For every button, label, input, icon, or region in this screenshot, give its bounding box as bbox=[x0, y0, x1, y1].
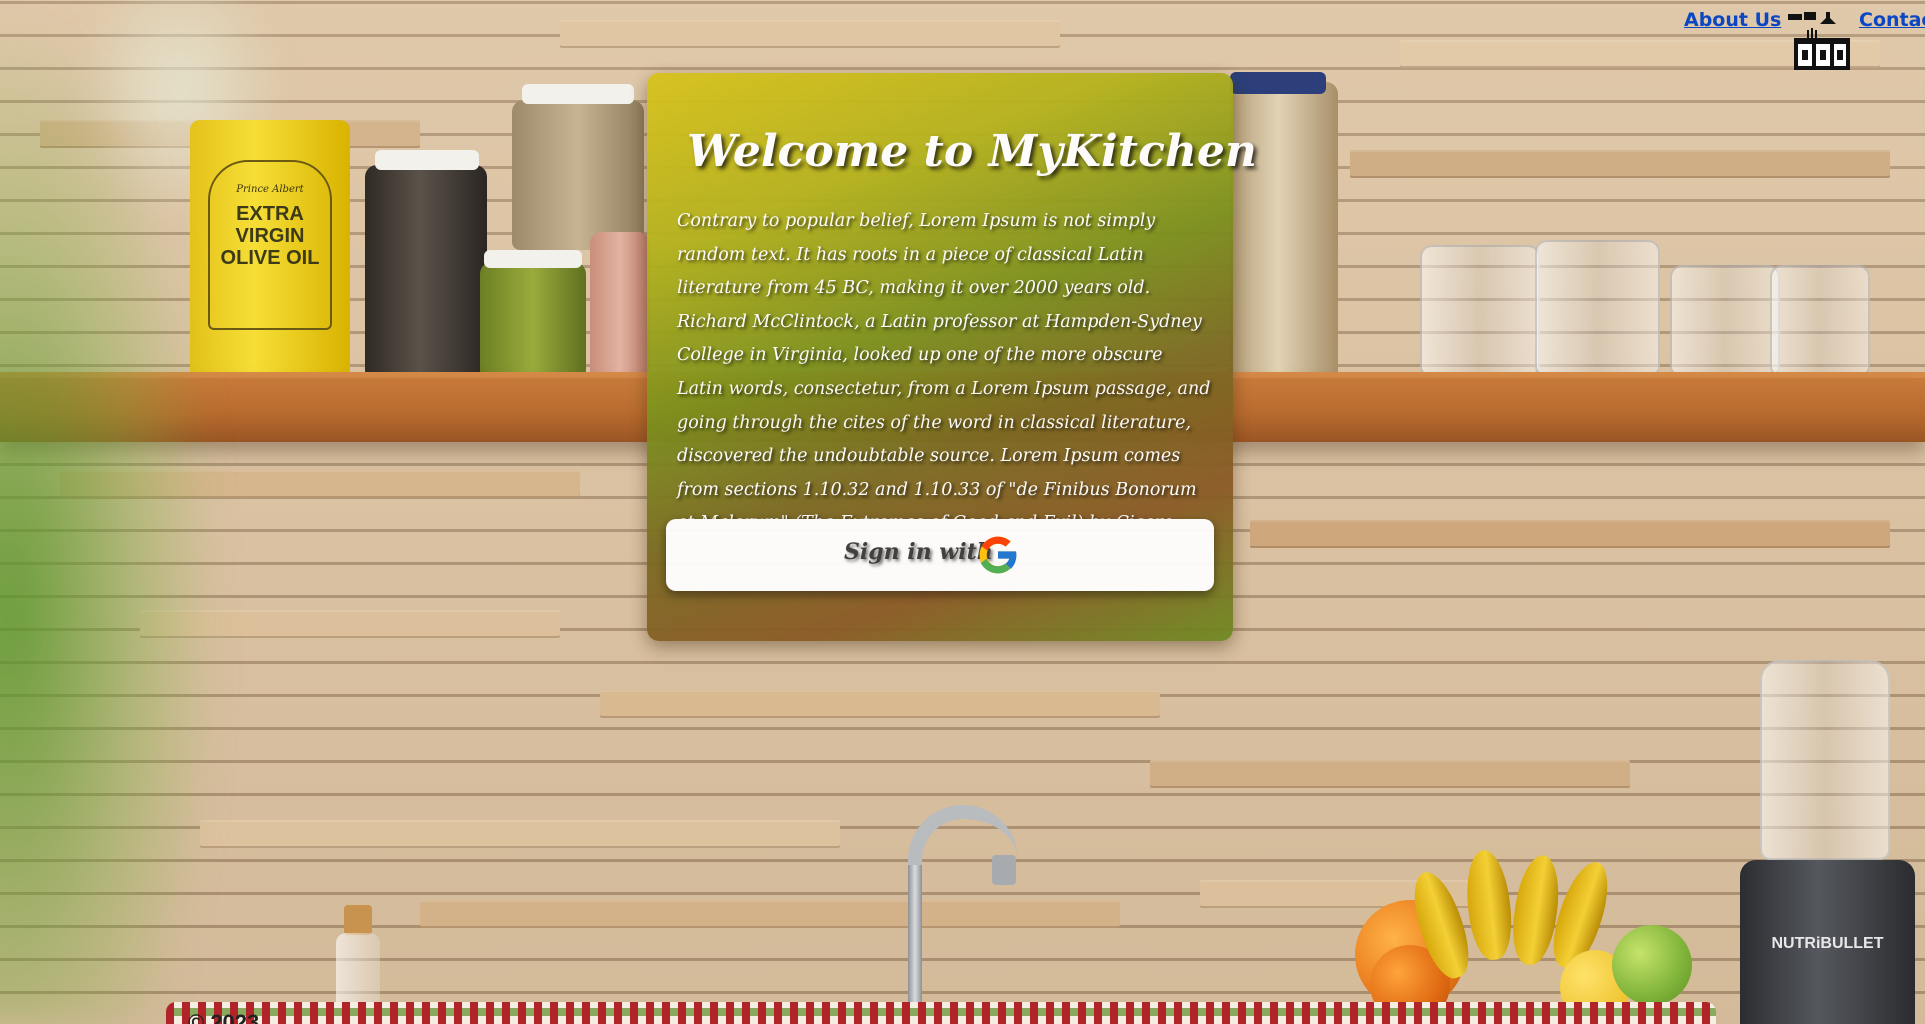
seed-jar bbox=[512, 100, 644, 250]
olive-oil-brand: Prince Albert bbox=[236, 184, 304, 195]
wall-brick bbox=[200, 820, 840, 848]
drinking-glass bbox=[1670, 265, 1780, 375]
bottle-cork bbox=[344, 905, 372, 935]
google-g-icon bbox=[974, 531, 1022, 579]
jar-lid bbox=[484, 250, 582, 268]
olive-oil-name: EXTRA VIRGIN OLIVE OIL bbox=[220, 203, 320, 269]
chia-seed-jar bbox=[365, 165, 487, 378]
faucet-spout bbox=[992, 855, 1016, 885]
jar-lid bbox=[522, 84, 634, 104]
wall-brick bbox=[1250, 520, 1890, 548]
wall-brick bbox=[1150, 760, 1630, 788]
olive-oil-label: Prince Albert EXTRA VIRGIN OLIVE OIL bbox=[208, 160, 332, 330]
wall-brick bbox=[1350, 150, 1890, 178]
footer-bar: © 2023 bbox=[166, 1002, 1716, 1024]
welcome-card: Welcome to MyKitchen Contrary to popular… bbox=[647, 73, 1257, 641]
faucet-pipe bbox=[908, 865, 922, 1024]
blender-base: NUTRiBULLET bbox=[1740, 860, 1915, 1024]
jar-lid bbox=[1230, 72, 1326, 94]
nav-link-contact[interactable]: Contac bbox=[1859, 8, 1925, 32]
wall-brick bbox=[600, 690, 1160, 718]
welcome-title: Welcome to MyKitchen bbox=[687, 126, 1257, 177]
blender: NUTRiBULLET bbox=[1740, 660, 1915, 1024]
pesto-jar bbox=[480, 262, 586, 378]
footer-copyright: © 2023 bbox=[188, 1010, 260, 1024]
blender-cup bbox=[1760, 660, 1890, 860]
blurred-plant bbox=[0, 0, 220, 1024]
jar-lid bbox=[375, 150, 479, 170]
wall-brick bbox=[560, 20, 1060, 48]
top-nav: About Us Contac bbox=[1684, 8, 1925, 70]
green-apple bbox=[1612, 925, 1692, 1005]
drinking-glass bbox=[1770, 265, 1870, 375]
sink-faucet bbox=[900, 795, 1030, 1024]
google-signin-button[interactable]: Sign in with bbox=[666, 519, 1214, 591]
signin-label: Sign in with bbox=[844, 539, 993, 565]
kitchen-stove-svg bbox=[1788, 12, 1850, 70]
salt-jar bbox=[590, 232, 650, 378]
nav-link-about[interactable]: About Us bbox=[1684, 8, 1781, 32]
drinking-glass bbox=[1535, 240, 1660, 375]
google-g-svg bbox=[979, 536, 1018, 574]
drinking-glass bbox=[1420, 245, 1540, 375]
kitchen-stove-icon bbox=[1786, 10, 1850, 70]
blender-brand-label: NUTRiBULLET bbox=[1771, 935, 1884, 952]
